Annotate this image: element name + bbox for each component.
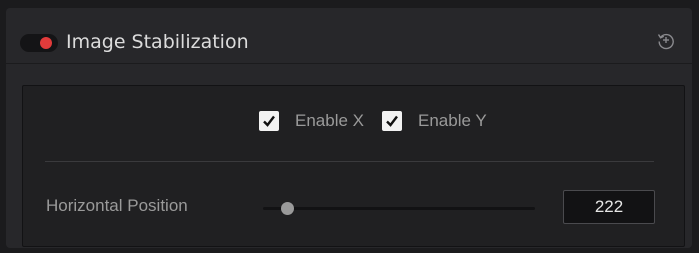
enable-x-checkbox[interactable]: [259, 111, 279, 131]
enable-toggle[interactable]: [20, 34, 58, 52]
image-stabilization-panel: Image Stabilization Enable X Enable Y Ho…: [6, 8, 692, 248]
checkmark-icon: [263, 115, 275, 127]
horizontal-position-value[interactable]: 222: [563, 190, 655, 224]
enable-x-label: Enable X: [295, 111, 364, 130]
controls-group: Enable X Enable Y Horizontal Position 22…: [22, 85, 685, 247]
panel-title: Image Stabilization: [66, 31, 249, 53]
reset-icon[interactable]: [656, 30, 676, 50]
slider-handle[interactable]: [281, 202, 295, 215]
panel-header: Image Stabilization: [6, 8, 692, 64]
axis-checkboxes: Enable X Enable Y: [259, 108, 505, 134]
horizontal-position-slider[interactable]: [263, 202, 535, 215]
enable-y-label: Enable Y: [418, 111, 487, 130]
checkmark-icon: [386, 115, 398, 127]
toggle-indicator: [40, 37, 52, 49]
horizontal-position-label: Horizontal Position: [46, 196, 188, 215]
enable-y-checkbox[interactable]: [382, 111, 402, 131]
divider: [45, 161, 654, 162]
